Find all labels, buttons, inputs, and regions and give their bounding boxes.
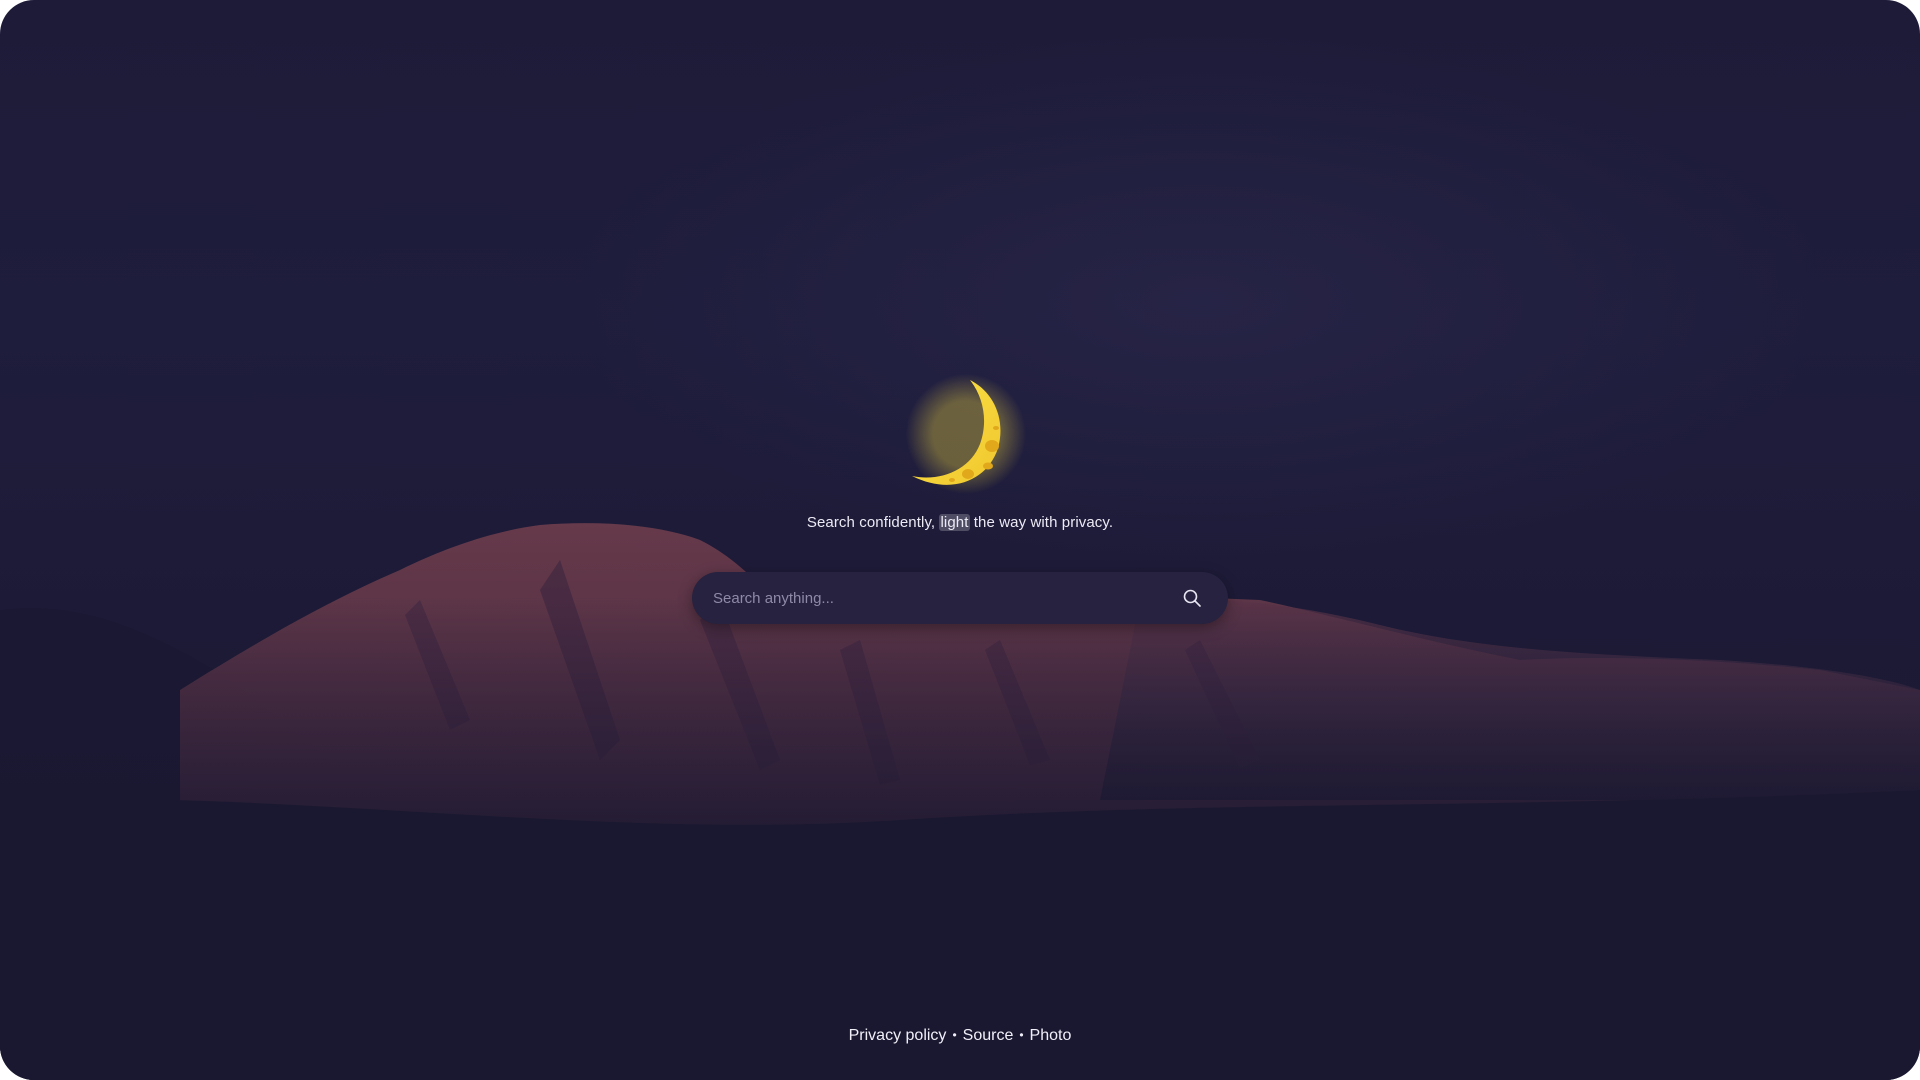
search-bar bbox=[692, 572, 1228, 624]
page-background: Search confidently, light the way with p… bbox=[0, 0, 1920, 1080]
search-icon bbox=[1183, 589, 1201, 607]
search-input[interactable] bbox=[692, 572, 1166, 624]
tagline-text-after: the way with privacy. bbox=[969, 514, 1114, 531]
source-link[interactable]: Source bbox=[963, 1027, 1014, 1044]
footer-separator: • bbox=[1019, 1028, 1024, 1042]
privacy-policy-link[interactable]: Privacy policy bbox=[849, 1027, 947, 1044]
tagline-highlight: light bbox=[939, 514, 970, 531]
photo-link[interactable]: Photo bbox=[1030, 1027, 1072, 1044]
tagline-text-before: Search confidently, bbox=[806, 514, 940, 531]
search-button[interactable] bbox=[1166, 572, 1218, 624]
hero: Search confidently, light the way with p… bbox=[0, 0, 1920, 1080]
footer: Privacy policy • Source • Photo bbox=[0, 1027, 1920, 1045]
crescent-moon-icon bbox=[906, 374, 1026, 494]
tagline: Search confidently, light the way with p… bbox=[0, 514, 1920, 531]
footer-separator: • bbox=[952, 1028, 957, 1042]
